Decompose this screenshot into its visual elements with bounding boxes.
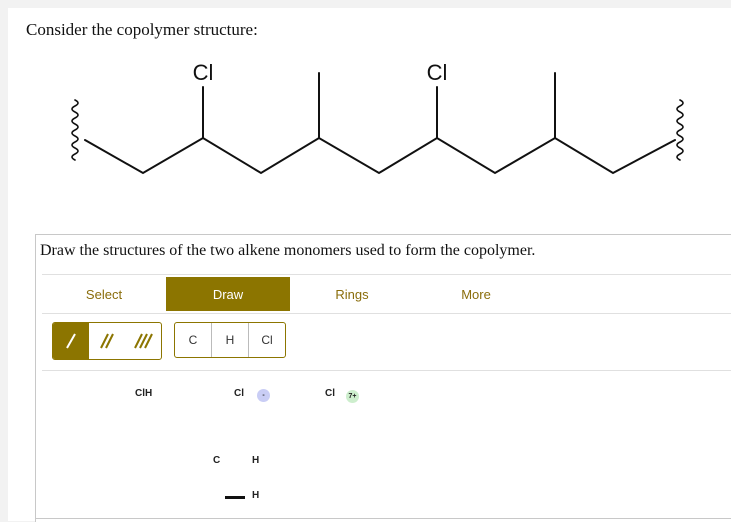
main-chain <box>84 136 676 175</box>
copolymer-structure: Cl Cl <box>71 60 684 175</box>
canvas-label-c[interactable]: C <box>213 455 220 466</box>
question-text: Consider the copolymer structure: <box>26 20 258 39</box>
atom-c-button[interactable]: C <box>175 323 212 357</box>
bond-tool-group <box>52 322 162 360</box>
canvas-label-h-2[interactable]: H <box>252 490 259 501</box>
tab-more[interactable]: More <box>414 277 538 311</box>
canvas-label-clh[interactable]: ClH <box>135 388 152 399</box>
tool-tabs: Select Draw Rings More <box>42 274 731 314</box>
single-bond-button[interactable] <box>53 323 89 359</box>
double-bond-icon <box>100 333 114 349</box>
cl-label-1: Cl <box>193 60 214 85</box>
instruction-text: Draw the structures of the two alkene mo… <box>40 242 536 259</box>
tab-select[interactable]: Select <box>42 277 166 311</box>
tab-draw[interactable]: Draw <box>166 277 290 311</box>
atom-tool-group: C H Cl <box>174 322 286 358</box>
triple-bond-icon <box>134 333 153 349</box>
charge-badge[interactable]: 7+ <box>346 390 359 403</box>
wavy-bond-left <box>71 99 79 161</box>
drawn-bond[interactable] <box>225 496 245 499</box>
canvas-label-h[interactable]: H <box>252 455 259 466</box>
tab-rings[interactable]: Rings <box>290 277 414 311</box>
atom-cl-button[interactable]: Cl <box>249 323 285 357</box>
cl-label-2: Cl <box>427 60 448 85</box>
draw-toolbar: C H Cl <box>42 312 731 371</box>
drawing-canvas[interactable]: ClH Cl - Cl 7+ C H H <box>42 371 731 521</box>
canvas-label-cl[interactable]: Cl <box>234 388 244 399</box>
minus-charge-badge[interactable]: - <box>257 389 270 402</box>
double-bond-button[interactable] <box>89 323 125 359</box>
panel-bottom-border <box>35 518 731 519</box>
wavy-bond-right <box>676 99 684 161</box>
single-bond-icon <box>66 333 76 349</box>
canvas-label-cl-2[interactable]: Cl <box>325 388 335 399</box>
atom-h-button[interactable]: H <box>212 323 249 357</box>
triple-bond-button[interactable] <box>125 323 161 359</box>
